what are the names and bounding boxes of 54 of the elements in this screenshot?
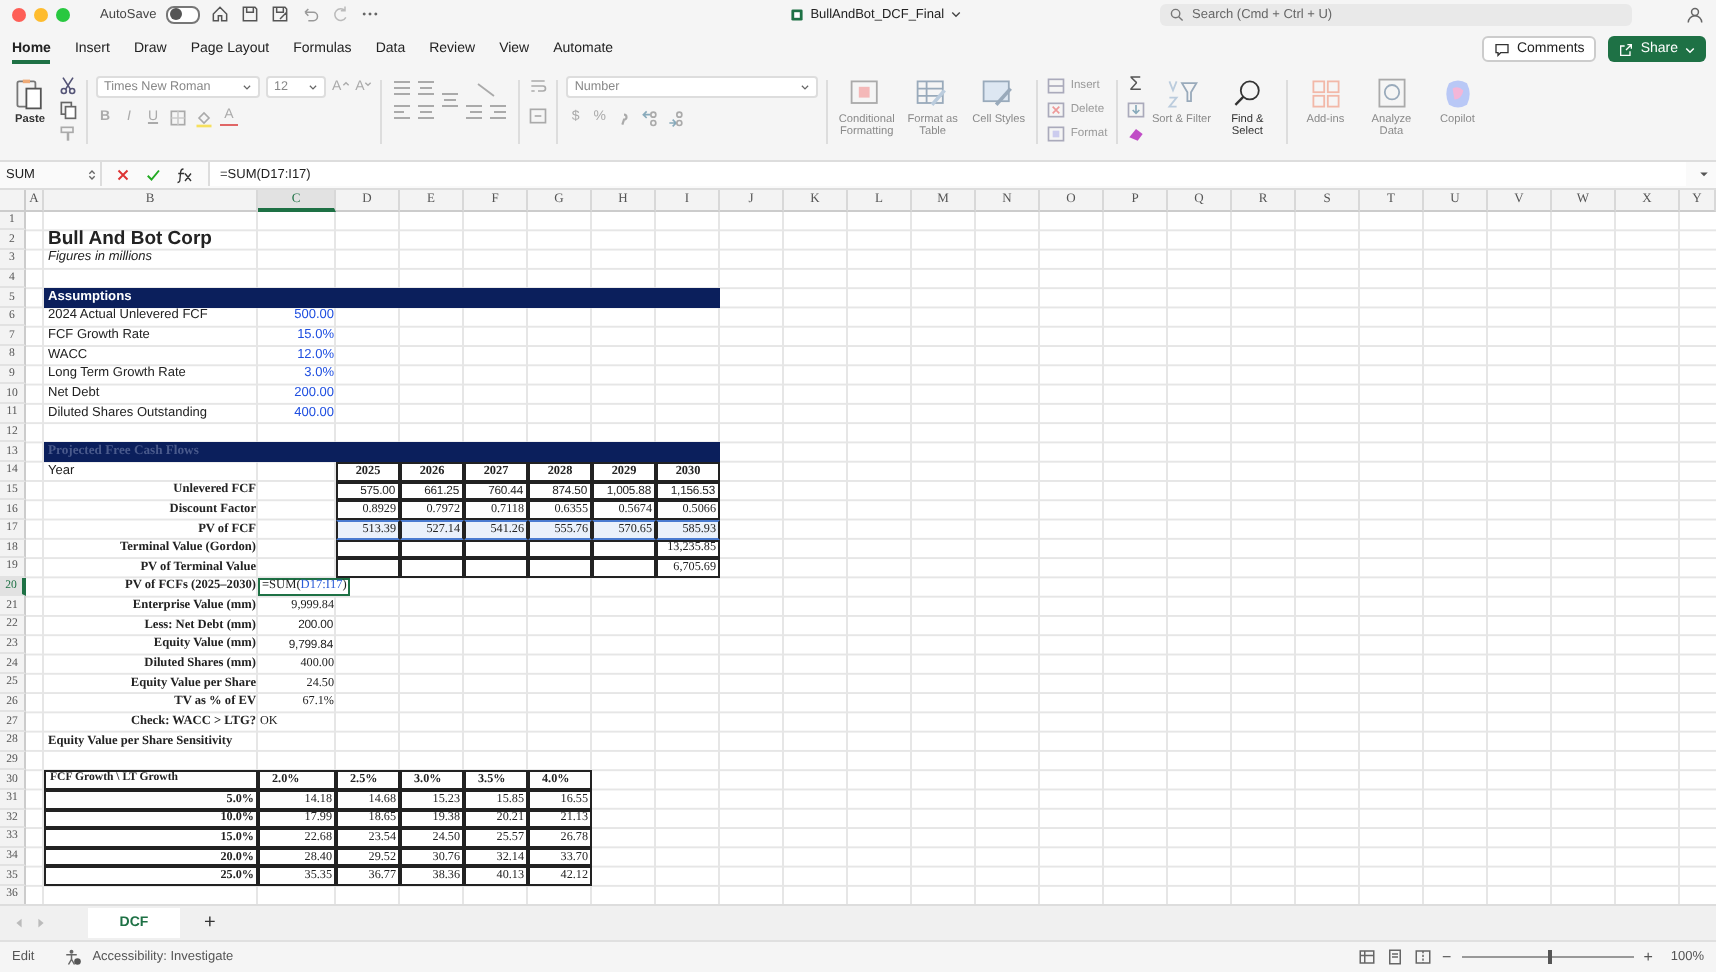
merge-cells-icon[interactable] [528, 105, 549, 126]
sort-filter-icon [1163, 75, 1200, 112]
cancel-icon[interactable] [114, 165, 132, 184]
caret-icon [242, 81, 252, 92]
accessibility-icon[interactable] [64, 948, 83, 967]
autosum-button[interactable]: Σ [1125, 75, 1146, 96]
undo-icon[interactable] [300, 4, 321, 25]
caret-icon [308, 81, 318, 92]
alignment-buttons-drawing[interactable] [390, 75, 511, 124]
fill-color-icon[interactable] [194, 107, 214, 128]
format-cells-icon [1046, 123, 1067, 144]
caret-up-icon [341, 79, 350, 88]
copy-icon[interactable] [58, 99, 78, 120]
eraser-icon[interactable] [1125, 123, 1146, 144]
delete-cells-icon [1046, 99, 1067, 120]
person-icon[interactable] [1686, 5, 1704, 24]
page-layout-icon[interactable] [1386, 948, 1405, 967]
caret-icon[interactable] [950, 8, 963, 21]
normal-view-icon[interactable] [1358, 948, 1377, 967]
insert-function-icon[interactable] [174, 165, 196, 184]
analyze-data-icon [1373, 75, 1410, 112]
comment-icon [1494, 41, 1511, 58]
cell-styles-icon [980, 75, 1017, 112]
autosave-toggle[interactable] [166, 5, 201, 24]
add-ins-icon [1307, 75, 1344, 112]
scissors-icon[interactable] [58, 75, 78, 96]
fill-down-icon[interactable] [1125, 99, 1146, 120]
clipboard-icon [12, 75, 48, 112]
home-icon[interactable] [210, 4, 231, 25]
caret-icon [800, 81, 811, 92]
format-table-icon [914, 75, 951, 112]
caret-icon [1684, 43, 1696, 56]
spreadsheet-file-icon [790, 7, 805, 22]
zoom-in-button[interactable]: + [1643, 948, 1653, 967]
share-icon [1618, 41, 1635, 58]
worksheet-grid[interactable] [0, 189, 1716, 905]
caret-icon [364, 79, 373, 88]
increase-decimal-icon[interactable] [640, 107, 661, 128]
stepper-icon [88, 167, 96, 182]
insert-cells-icon [1046, 75, 1067, 96]
zoom-window-button[interactable] [56, 7, 70, 22]
expand-icon[interactable] [1698, 168, 1710, 181]
zoom-slider-thumb[interactable] [1547, 950, 1552, 965]
search-icon [1170, 7, 1184, 22]
save-icon[interactable] [240, 4, 261, 25]
save-as-icon[interactable] [270, 4, 291, 25]
checkmark-icon[interactable] [144, 165, 162, 184]
close-window-button[interactable] [12, 7, 26, 22]
decrease-decimal-icon[interactable] [666, 107, 687, 128]
borders-icon[interactable] [168, 107, 188, 128]
company-title: Bull And Bot Corp [46, 230, 214, 250]
zoom-out-button[interactable]: − [1442, 948, 1452, 967]
add-sheet-button[interactable]: + [204, 912, 216, 935]
page-break-icon[interactable] [1414, 948, 1433, 967]
